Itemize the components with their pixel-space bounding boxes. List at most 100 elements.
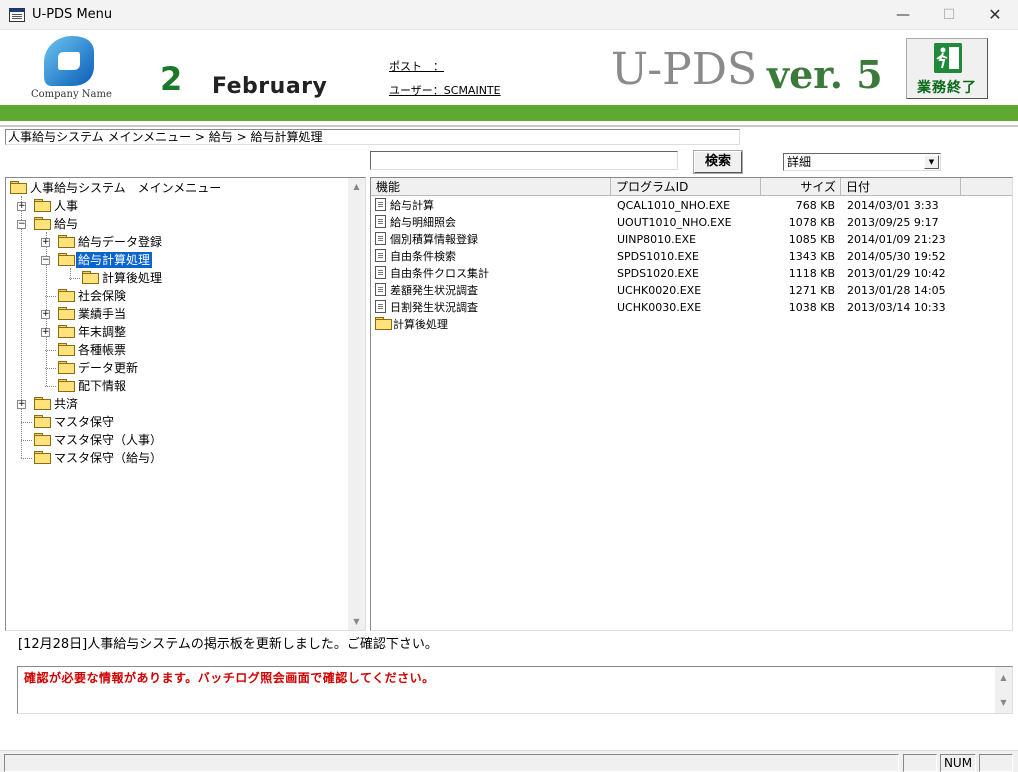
scroll-down-arrow-icon[interactable]: ▼: [995, 694, 1012, 711]
list-item[interactable]: 個別積算情報登録 UINP8010.EXE 1085 KB 2014/01/09 21…: [371, 231, 1011, 248]
tree-item[interactable]: 給与計算処理: [58, 252, 153, 268]
tree-item[interactable]: 人事: [34, 198, 80, 214]
expand-icon[interactable]: +: [17, 202, 26, 211]
search-input[interactable]: [370, 151, 678, 170]
tree-item[interactable]: 社会保険: [58, 288, 128, 304]
list-item-size: 1271 KB: [788, 284, 835, 297]
tree-item-label: データ更新: [78, 361, 139, 375]
tree-item[interactable]: データ更新: [58, 360, 140, 376]
expand-icon[interactable]: +: [41, 310, 50, 319]
tree-item-label: 給与計算処理: [76, 252, 153, 268]
list-item-program-id: UCHK0030.EXE: [617, 301, 702, 314]
alert-message: 確認が必要な情報があります。バッチログ照会画面で確認してください。: [24, 671, 435, 685]
scroll-up-arrow-icon[interactable]: ▲: [348, 178, 365, 195]
tree-scrollbar[interactable]: ▲ ▼: [348, 178, 365, 630]
brand-logo-text: U-PDS: [611, 44, 758, 95]
search-button[interactable]: 検索: [693, 150, 743, 174]
chevron-down-icon[interactable]: ▼: [924, 155, 939, 169]
tree-item-label: 配下情報: [78, 379, 127, 393]
column-header-size[interactable]: サイズ: [761, 178, 841, 196]
scroll-down-arrow-icon[interactable]: ▼: [348, 613, 365, 630]
scroll-up-arrow-icon[interactable]: ▲: [995, 669, 1012, 686]
column-header-date[interactable]: 日付: [841, 178, 961, 196]
column-header-program-id[interactable]: プログラムID: [611, 178, 761, 196]
folder-icon: [10, 181, 27, 194]
view-mode-select[interactable]: 詳細 ▼: [783, 153, 941, 171]
current-month: February: [212, 74, 328, 99]
menu-tree[interactable]: 人事給与システム メインメニュー + 人事 − 給与 + 給与データ登録 − 給与計算処理 計算後…: [5, 177, 366, 631]
tree-item-label: 年末調整: [78, 325, 127, 339]
list-item-date: 2013/03/14 10:33: [847, 301, 946, 314]
list-item[interactable]: 計算後処理: [371, 316, 1011, 333]
app-icon[interactable]: [9, 8, 25, 22]
list-item-date: 2014/05/30 19:52: [847, 250, 946, 263]
tree-item-label: 給与: [54, 217, 79, 231]
folder-icon: [58, 325, 75, 338]
expand-icon[interactable]: +: [17, 400, 26, 409]
list-item-date: 2014/01/09 21:23: [847, 233, 946, 246]
program-icon: [375, 300, 386, 313]
list-item-program-id: UOUT1010_NHO.EXE: [617, 216, 732, 229]
bulletin-notice: [12月28日]人事給与システムの掲示板を更新しました。ご確認下さい。: [18, 637, 438, 652]
list-item[interactable]: 給与計算 QCAL1010_NHO.EXE 768 KB 2014/03/01 3:3…: [371, 197, 1011, 214]
list-item-program-id: UCHK0020.EXE: [617, 284, 702, 297]
tree-item[interactable]: 業績手当: [58, 306, 128, 322]
collapse-icon[interactable]: −: [17, 220, 26, 229]
tree-connector: [21, 196, 22, 458]
expand-icon[interactable]: +: [41, 328, 50, 337]
list-item[interactable]: 給与明細照会 UOUT1010_NHO.EXE 1078 KB 2013/09/25 …: [371, 214, 1011, 231]
tree-item-label: 給与データ登録: [78, 235, 163, 249]
expand-icon[interactable]: +: [41, 238, 50, 247]
tree-item[interactable]: 配下情報: [58, 378, 128, 394]
list-item[interactable]: 自由条件検索 SPDS1010.EXE 1343 KB 2014/05/30 19:5…: [371, 248, 1011, 265]
tree-item[interactable]: 共済: [34, 396, 80, 412]
list-item[interactable]: 差額発生状況調査 UCHK0020.EXE 1271 KB 2013/01/28 14…: [371, 282, 1011, 299]
tree-connector: [45, 368, 56, 369]
tree-item-label: マスタ保守（給与）: [54, 451, 163, 465]
tree-item[interactable]: 人事給与システム メインメニュー: [10, 180, 223, 196]
list-header: 機能 プログラムID サイズ 日付: [371, 178, 1012, 196]
column-header-function[interactable]: 機能: [371, 178, 611, 196]
minimize-button[interactable]: —: [880, 0, 926, 30]
header-divider: [0, 125, 1018, 127]
collapse-icon[interactable]: −: [41, 256, 50, 265]
program-list[interactable]: 機能 プログラムID サイズ 日付 給与計算 QCAL1010_NHO.EXE 76…: [370, 177, 1013, 631]
list-item-size: 1085 KB: [788, 233, 835, 246]
maximize-button[interactable]: ☐: [926, 0, 972, 30]
folder-icon: [34, 433, 51, 446]
tree-item-label: 業績手当: [78, 307, 127, 321]
list-item[interactable]: 自由条件クロス集計 SPDS1020.EXE 1118 KB 2013/01/29 1…: [371, 265, 1011, 282]
list-item-name: 給与計算: [390, 199, 434, 212]
close-button[interactable]: ✕: [972, 0, 1018, 30]
list-item[interactable]: 日割発生状況調査 UCHK0030.EXE 1038 KB 2013/03/14 10…: [371, 299, 1011, 316]
post-label: ポスト ：: [389, 60, 444, 73]
tree-item[interactable]: 各種帳票: [58, 342, 128, 358]
window-title: U-PDS Menu: [32, 7, 113, 22]
list-item-date: 2013/09/25 9:17: [847, 216, 939, 229]
status-bar: NUM: [0, 750, 1018, 772]
list-item-name: 給与明細照会: [390, 216, 456, 229]
tree-item[interactable]: マスタ保守（給与）: [34, 450, 164, 466]
program-icon: [375, 283, 386, 296]
message-box[interactable]: 確認が必要な情報があります。バッチログ照会画面で確認してください。 ▲ ▼: [17, 666, 1013, 714]
list-item-program-id: QCAL1010_NHO.EXE: [617, 199, 731, 212]
tree-item[interactable]: マスタ保守: [34, 414, 116, 430]
tree-item[interactable]: マスタ保守（人事）: [34, 432, 164, 448]
folder-icon: [34, 217, 51, 230]
header-accent-bar: [0, 105, 1018, 121]
list-item-name: 自由条件クロス集計: [390, 267, 489, 280]
tree-connector: [21, 422, 32, 423]
tree-item[interactable]: 計算後処理: [82, 270, 164, 286]
tree-item[interactable]: 給与: [34, 216, 80, 232]
tree-item[interactable]: 年末調整: [58, 324, 128, 340]
list-item-size: [761, 316, 835, 333]
status-message-pane: [4, 754, 899, 772]
message-scrollbar[interactable]: ▲ ▼: [995, 667, 1012, 713]
exit-button[interactable]: 業務終了: [906, 38, 988, 99]
list-item-date: 2013/01/28 14:05: [847, 284, 946, 297]
tree-item-label: マスタ保守: [54, 415, 115, 429]
company-logo: [44, 36, 94, 86]
list-item-size: 1343 KB: [788, 250, 835, 263]
tree-item[interactable]: 給与データ登録: [58, 234, 164, 250]
list-item-program-id: SPDS1010.EXE: [617, 250, 699, 263]
